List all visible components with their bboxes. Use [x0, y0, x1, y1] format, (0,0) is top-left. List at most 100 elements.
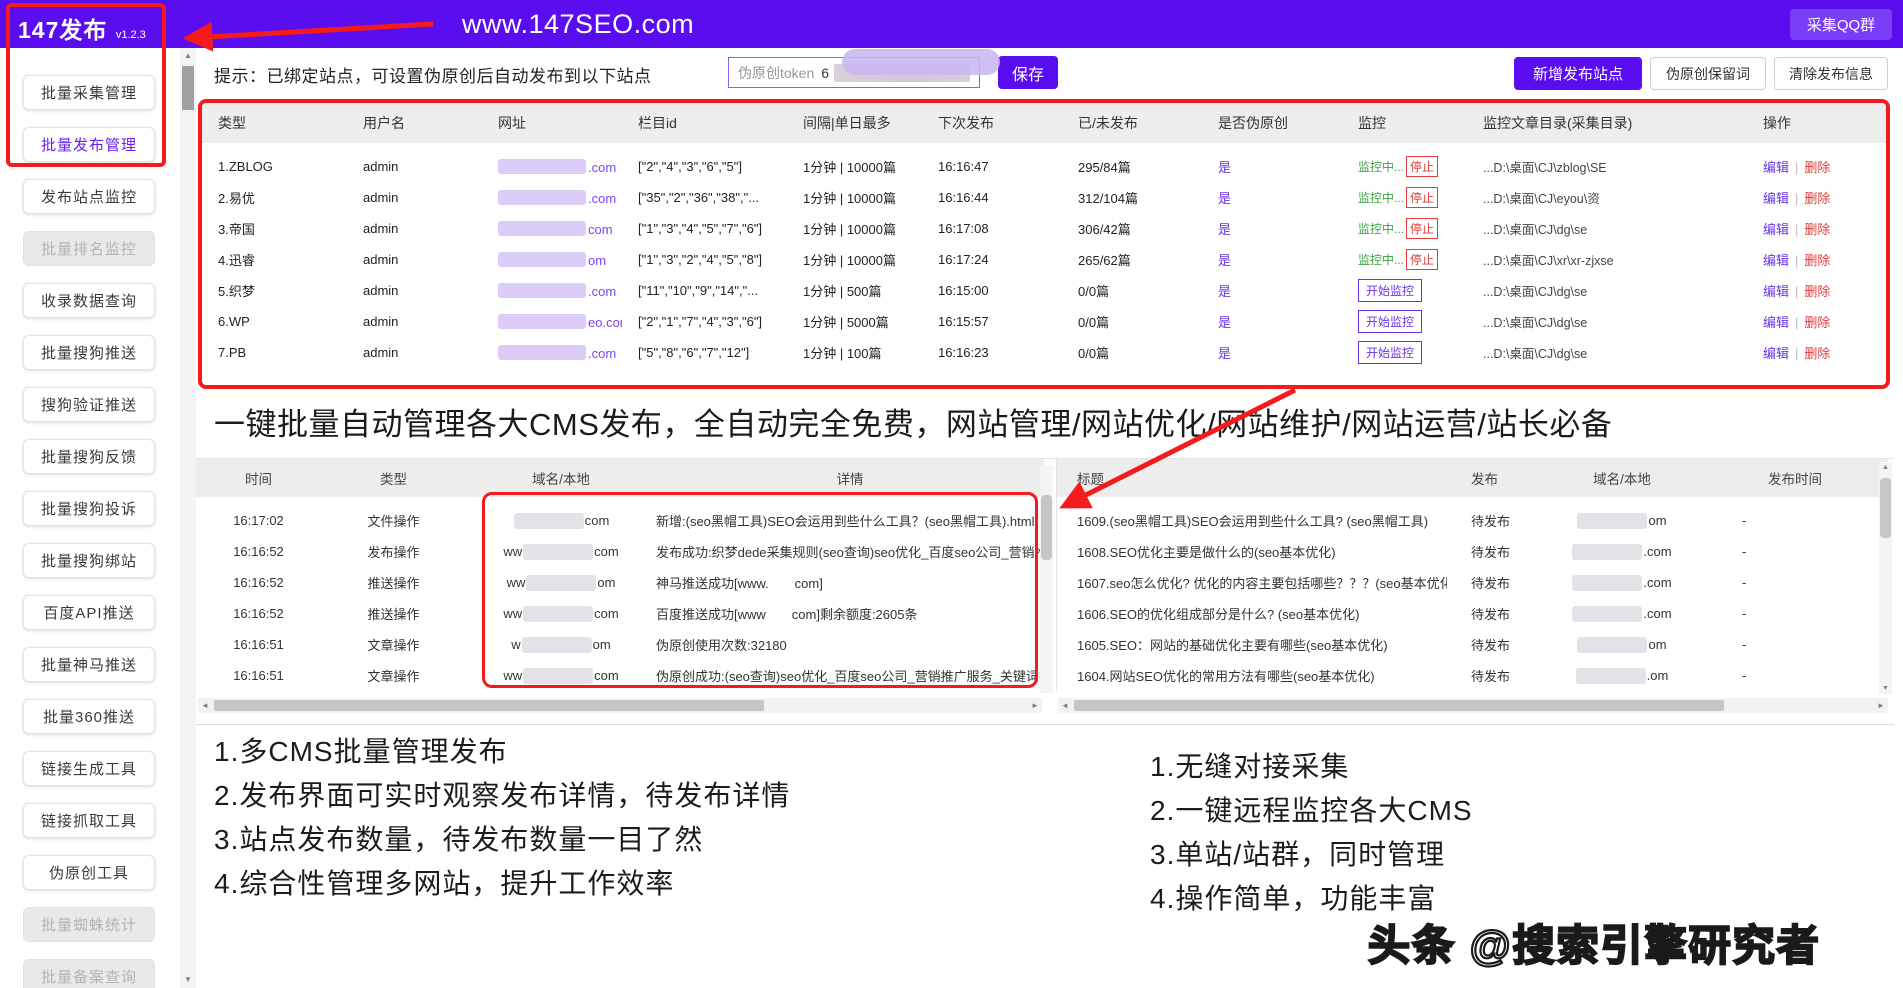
scrollbar-thumb[interactable] [182, 66, 194, 110]
cell-site-url: .com [482, 283, 622, 299]
qq-group-button[interactable]: 采集QQ群 [1790, 9, 1892, 40]
column-header: 操作 [1747, 113, 1887, 133]
start-monitor-button[interactable]: 开始监控 [1358, 279, 1422, 302]
redaction-blur [522, 637, 592, 653]
cell-published-count: 306/42篇 [1062, 219, 1202, 238]
add-publish-site-button[interactable]: 新增发布站点 [1514, 57, 1642, 90]
save-button[interactable]: 保存 [998, 56, 1058, 89]
sidebar-item[interactable]: 伪原创工具 [23, 855, 155, 890]
domain-suffix: .om [1647, 668, 1669, 683]
redaction-blur [498, 159, 586, 174]
cell-monitor: 监控中...停止 [1342, 187, 1467, 208]
scrollbar-thumb[interactable] [1041, 495, 1052, 560]
sidebar-item[interactable]: 批量排名监控 [23, 231, 155, 266]
cell-detail: 发布成功:织梦dede采集规则(seo查询)seo优化_百度seo公司_营销推广… [656, 542, 1044, 561]
domain-suffix: om [593, 637, 611, 652]
delete-link[interactable]: 删除 [1804, 160, 1830, 175]
delete-link[interactable]: 删除 [1804, 315, 1830, 330]
scroll-up-icon[interactable]: ▲ [180, 48, 196, 64]
cell-actions: 编辑|删除 [1747, 343, 1887, 362]
cell-title: 1605.SEO：网站的基础优化主要有哪些(seo基本优化) [1057, 635, 1447, 654]
sidebar-item[interactable]: 批量采集管理 [23, 75, 155, 110]
sidebar-item[interactable]: 搜狗验证推送 [23, 387, 155, 422]
sidebar-item[interactable]: 链接生成工具 [23, 751, 155, 786]
sidebar-item[interactable]: 链接抓取工具 [23, 803, 155, 838]
start-monitor-button[interactable]: 开始监控 [1358, 341, 1422, 364]
log-row: 16:16:52 推送操作 wwcom 百度推送成功[www com]剩余额度:… [196, 598, 1044, 629]
cell-monitor: 开始监控 [1342, 310, 1467, 333]
sidebar-item[interactable]: 批量神马推送 [23, 647, 155, 682]
delete-link[interactable]: 删除 [1804, 253, 1830, 268]
cell-op-type: 文章操作 [321, 635, 466, 654]
sidebar-item[interactable]: 批量发布管理 [23, 127, 155, 162]
delete-link[interactable]: 删除 [1804, 222, 1830, 237]
sidebar-item[interactable]: 批量搜狗投诉 [23, 491, 155, 526]
sidebar-item[interactable]: 批量360推送 [23, 699, 155, 734]
log-vertical-scrollbar[interactable] [1040, 465, 1053, 693]
delete-link[interactable]: 删除 [1804, 191, 1830, 206]
sidebar-item[interactable]: 批量搜狗反馈 [23, 439, 155, 474]
scroll-right-icon[interactable]: ► [1028, 698, 1042, 713]
cell-monitor-directory: ...D:\桌面\CJ\dg\se [1467, 281, 1747, 300]
log-horizontal-scrollbar[interactable]: ◄ ► [198, 698, 1042, 713]
sidebar-item[interactable]: 发布站点监控 [23, 179, 155, 214]
scroll-left-icon[interactable]: ◄ [198, 698, 212, 713]
cell-time: 16:16:52 [196, 575, 321, 590]
main-vertical-scrollbar[interactable]: ▲ ▼ [180, 48, 196, 988]
cell-publish-time: - [1702, 606, 1888, 621]
cell-username: admin [347, 314, 482, 329]
sidebar-item[interactable]: 批量搜狗绑站 [23, 543, 155, 578]
stop-monitor-button[interactable]: 停止 [1406, 218, 1438, 239]
topbar: 147发布 v1.2.3 www.147SEO.com 采集QQ群 [0, 0, 1903, 48]
stop-monitor-button[interactable]: 停止 [1406, 156, 1438, 177]
edit-link[interactable]: 编辑 [1763, 284, 1789, 299]
cell-published-count: 0/0篇 [1062, 281, 1202, 300]
scroll-up-icon[interactable]: ▲ [1879, 464, 1892, 471]
stop-monitor-button[interactable]: 停止 [1406, 249, 1438, 270]
start-monitor-button[interactable]: 开始监控 [1358, 310, 1422, 333]
site-row: 2.易优 admin .com ["35","2","36","38","...… [202, 182, 1886, 213]
scrollbar-thumb[interactable] [1880, 478, 1891, 538]
sidebar-item[interactable]: 百度API推送 [23, 595, 155, 630]
edit-link[interactable]: 编辑 [1763, 160, 1789, 175]
cell-monitor: 监控中...停止 [1342, 156, 1467, 177]
sidebar-item[interactable]: 批量蜘蛛统计 [23, 907, 155, 942]
column-header: 详情 [656, 468, 1044, 488]
stop-monitor-button[interactable]: 停止 [1406, 187, 1438, 208]
scroll-down-icon[interactable]: ▼ [180, 972, 196, 988]
cell-next-publish: 16:16:23 [922, 345, 1062, 360]
cell-type: 7.PB [202, 345, 347, 360]
cell-interval: 1分钟 | 10000篇 [787, 219, 922, 238]
cell-domain: com [466, 513, 656, 529]
scrollbar-thumb[interactable] [214, 700, 764, 711]
delete-link[interactable]: 删除 [1804, 284, 1830, 299]
scroll-right-icon[interactable]: ► [1874, 698, 1888, 713]
redaction-blur [1576, 668, 1646, 684]
cell-status: 待发布 [1447, 604, 1542, 623]
edit-link[interactable]: 编辑 [1763, 222, 1789, 237]
feature-list-left: 1.多CMS批量管理发布2.发布界面可实时观察发布详情，待发布详情3.站点发布数… [214, 730, 790, 906]
sidebar-item[interactable]: 批量搜狗推送 [23, 335, 155, 370]
reserved-words-button[interactable]: 伪原创保留词 [1650, 57, 1766, 90]
clear-publish-info-button[interactable]: 清除发布信息 [1774, 57, 1888, 90]
edit-link[interactable]: 编辑 [1763, 191, 1789, 206]
sidebar-item[interactable]: 收录数据查询 [23, 283, 155, 318]
delete-link[interactable]: 删除 [1804, 346, 1830, 361]
scrollbar-thumb[interactable] [1074, 700, 1724, 711]
url-suffix: .com [588, 346, 616, 361]
redaction-blur [523, 668, 593, 684]
edit-link[interactable]: 编辑 [1763, 253, 1789, 268]
scroll-down-icon[interactable]: ▼ [1879, 685, 1892, 692]
sidebar-item[interactable]: 批量备案查询 [23, 959, 155, 988]
pending-header-row: 标题发布域名/本地发布时间 [1057, 459, 1888, 497]
edit-link[interactable]: 编辑 [1763, 346, 1789, 361]
cell-next-publish: 16:16:44 [922, 190, 1062, 205]
cell-status: 待发布 [1447, 542, 1542, 561]
cell-pseudo-original: 是 [1202, 250, 1342, 269]
cell-column-ids: ["2","4","3","6","5"] [622, 159, 787, 174]
pending-horizontal-scrollbar[interactable]: ◄ ► [1058, 698, 1888, 713]
edit-link[interactable]: 编辑 [1763, 315, 1789, 330]
scroll-left-icon[interactable]: ◄ [1058, 698, 1072, 713]
pending-vertical-scrollbar[interactable]: ▲ ▼ [1879, 462, 1892, 694]
domain-suffix: .com [1643, 606, 1671, 621]
